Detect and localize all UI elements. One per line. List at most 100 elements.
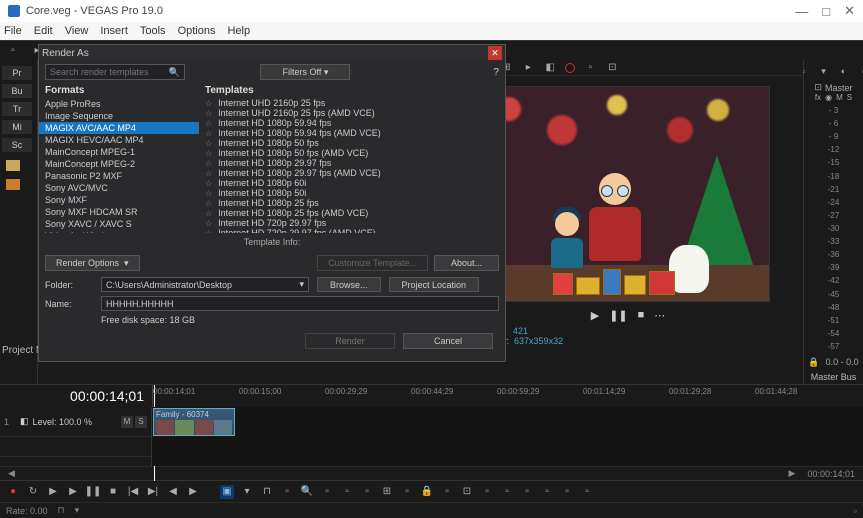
menu-insert[interactable]: Insert	[100, 25, 128, 37]
star-icon[interactable]: ☆	[205, 139, 212, 148]
m-button[interactable]: M	[836, 93, 843, 102]
more-button[interactable]: ⋯	[654, 309, 665, 322]
maximize-button[interactable]: □	[822, 4, 830, 19]
prev-tool-icon[interactable]: ▫	[583, 61, 597, 75]
templates-list[interactable]: ☆Internet UHD 2160p 25 fps☆Internet UHD …	[199, 98, 505, 233]
lock-icon[interactable]: 🔒	[808, 357, 819, 368]
minimize-button[interactable]: —	[795, 4, 808, 19]
prev-tool-icon[interactable]: ⊡	[605, 61, 619, 75]
dock-tab-bu[interactable]: Bu	[2, 84, 32, 98]
play-button[interactable]: ▶	[591, 309, 599, 322]
scroll-right-icon[interactable]: ▶	[789, 468, 796, 479]
prev-frame-button[interactable]: ◀	[166, 485, 180, 499]
menu-file[interactable]: File	[4, 25, 22, 37]
s-button[interactable]: S	[847, 93, 852, 102]
render-options-dropdown[interactable]: Render Options ▾	[45, 255, 140, 271]
pause-button[interactable]: ❚❚	[609, 309, 627, 322]
render-button[interactable]: Render	[305, 333, 395, 349]
status-icon[interactable]: ▫	[854, 506, 857, 516]
template-item[interactable]: ☆Internet HD 1080p 25 fps (AMD VCE)	[199, 208, 505, 218]
star-icon[interactable]: ☆	[205, 149, 212, 158]
format-item[interactable]: Sony XAVC / XAVC S	[39, 218, 199, 230]
dock-tab-mi[interactable]: Mi	[2, 120, 32, 134]
dock-tab-sc[interactable]: Sc	[2, 138, 32, 152]
star-icon[interactable]: ☆	[205, 219, 212, 228]
filters-dropdown[interactable]: Filters Off ▾	[260, 64, 350, 80]
template-item[interactable]: ☆Internet HD 1080p 60i	[199, 178, 505, 188]
tool-icon[interactable]: ▫	[580, 485, 594, 499]
project-location-button[interactable]: Project Location	[389, 277, 480, 292]
tool-icon[interactable]: ▫	[280, 485, 294, 499]
solo-button[interactable]: S	[135, 416, 147, 428]
star-icon[interactable]: ☆	[205, 199, 212, 208]
template-item[interactable]: ☆Internet HD 1080p 50i	[199, 188, 505, 198]
pause-button[interactable]: ❚❚	[86, 485, 100, 499]
format-item[interactable]: Sony MXF HDCAM SR	[39, 206, 199, 218]
track-fx-icon[interactable]: ◧	[20, 416, 29, 427]
tool-icon[interactable]: ▫	[340, 485, 354, 499]
tool-icon[interactable]: ⊡	[460, 485, 474, 499]
star-icon[interactable]: ☆	[205, 109, 212, 118]
stop-button[interactable]: ■	[106, 485, 120, 499]
tool-icon[interactable]: ▾	[240, 485, 254, 499]
record-indicator-icon[interactable]	[565, 63, 575, 73]
menu-help[interactable]: Help	[227, 25, 250, 37]
format-item[interactable]: Panasonic P2 MXF	[39, 170, 199, 182]
zoom-icon[interactable]: 🔍	[300, 485, 314, 499]
star-icon[interactable]: ☆	[205, 159, 212, 168]
edit-tool-button[interactable]: ▣	[220, 485, 234, 499]
tool-icon[interactable]: ⊞	[380, 485, 394, 499]
prev-tool-icon[interactable]: ◧	[543, 61, 557, 75]
track-header-2[interactable]	[0, 437, 151, 457]
tool-icon[interactable]: ▫	[320, 485, 334, 499]
timeline-ruler[interactable]: 00:00:14;0100:00:15;0000:00:29;2900:00:4…	[152, 385, 863, 407]
format-item[interactable]: Sony AVC/MVC	[39, 182, 199, 194]
tool-icon[interactable]: ▫	[520, 485, 534, 499]
star-icon[interactable]: ☆	[205, 169, 212, 178]
menu-edit[interactable]: Edit	[34, 25, 53, 37]
template-item[interactable]: ☆Internet HD 1080p 29.97 fps (AMD VCE)	[199, 168, 505, 178]
dock-tab-tr[interactable]: Tr	[2, 102, 32, 116]
new-icon[interactable]: ▫	[6, 44, 20, 58]
template-item[interactable]: ☆Internet HD 1080p 50 fps	[199, 138, 505, 148]
mute-button[interactable]: M	[121, 416, 133, 428]
about-button[interactable]: About...	[434, 255, 499, 271]
template-item[interactable]: ☆Internet UHD 2160p 25 fps (AMD VCE)	[199, 108, 505, 118]
tool-icon[interactable]: ▫	[360, 485, 374, 499]
lock-icon[interactable]: 🔒	[420, 485, 434, 499]
format-item[interactable]: MainConcept MPEG-2	[39, 158, 199, 170]
stop-button[interactable]: ■	[638, 309, 645, 321]
status-icon[interactable]: ⊓	[58, 505, 65, 516]
cancel-button[interactable]: Cancel	[403, 333, 493, 349]
tool-icon[interactable]: ▫	[560, 485, 574, 499]
format-item[interactable]: MainConcept MPEG-1	[39, 146, 199, 158]
template-item[interactable]: ☆Internet HD 1080p 25 fps	[199, 198, 505, 208]
go-end-button[interactable]: ▶|	[146, 485, 160, 499]
loop-button[interactable]: ↻	[26, 485, 40, 499]
level-label[interactable]: Level: 100.0 %	[33, 417, 93, 427]
tool-icon[interactable]: ▫	[400, 485, 414, 499]
template-item[interactable]: ☆Internet HD 720p 29.97 fps	[199, 218, 505, 228]
formats-list[interactable]: Apple ProResImage SequenceMAGIX AVC/AAC …	[39, 98, 199, 233]
tool-icon[interactable]: ▫	[540, 485, 554, 499]
format-item[interactable]: Sony MXF	[39, 194, 199, 206]
scroll-left-icon[interactable]: ◀	[8, 468, 15, 479]
folder-icon[interactable]	[6, 179, 20, 190]
video-clip[interactable]: Family - 60374	[153, 408, 235, 436]
prev-tool-icon[interactable]: ▸	[521, 61, 535, 75]
menu-options[interactable]: Options	[178, 25, 216, 37]
track-header-1[interactable]: 1 ◧ Level: 100.0 % MS	[0, 407, 151, 437]
star-icon[interactable]: ☆	[205, 179, 212, 188]
star-icon[interactable]: ☆	[205, 99, 212, 108]
star-icon[interactable]: ☆	[205, 119, 212, 128]
format-item[interactable]: MAGIX AVC/AAC MP4	[39, 122, 199, 134]
track-area[interactable]: Family - 60374	[152, 407, 863, 466]
star-icon[interactable]: ☆	[205, 209, 212, 218]
template-item[interactable]: ☆Internet HD 1080p 59.94 fps	[199, 118, 505, 128]
help-icon[interactable]: ?	[493, 67, 499, 78]
magnet-icon[interactable]: ⊓	[260, 485, 274, 499]
star-icon[interactable]: ☆	[205, 229, 212, 234]
tool-icon[interactable]: ▫	[500, 485, 514, 499]
dialog-titlebar[interactable]: Render As ✕	[39, 45, 505, 61]
menu-tools[interactable]: Tools	[140, 25, 166, 37]
